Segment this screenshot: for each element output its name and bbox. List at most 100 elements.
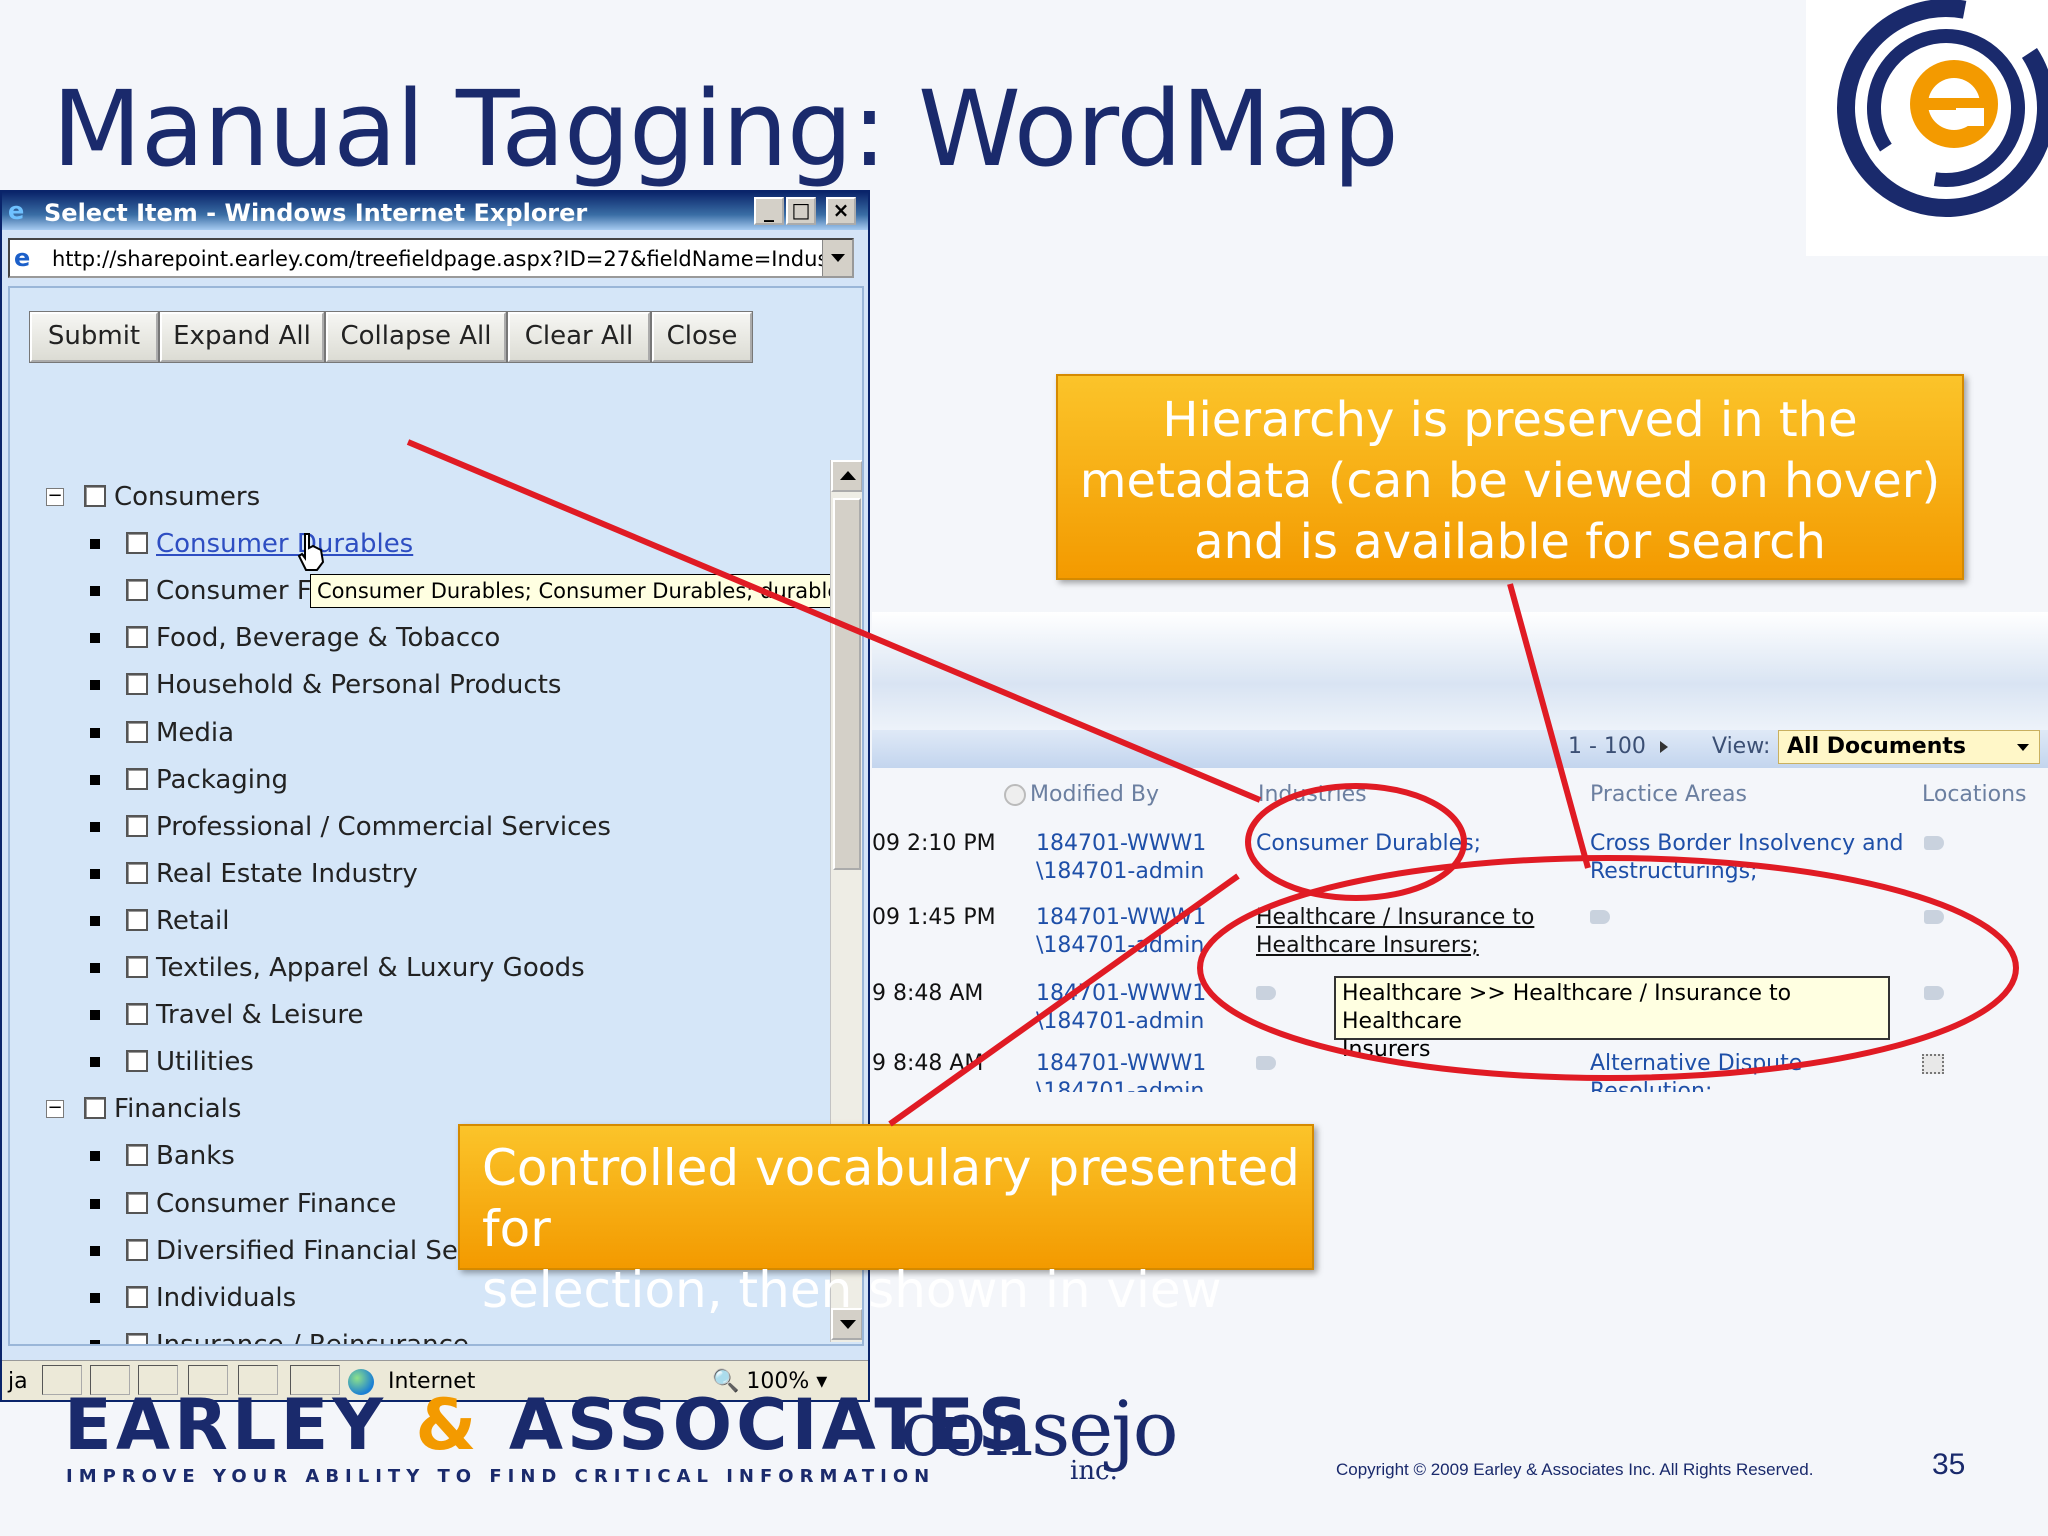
tree-checkbox[interactable]	[126, 721, 148, 743]
tree-checkbox[interactable]	[126, 909, 148, 931]
modified-by-link[interactable]: 184701-WWW1	[1036, 1050, 1206, 1078]
tag-icon[interactable]	[1590, 910, 1610, 924]
tree-item-label: Household & Personal Products	[156, 670, 562, 700]
industry-value-link[interactable]: Healthcare Insurers;	[1256, 932, 1479, 960]
tree-checkbox[interactable]	[126, 579, 148, 601]
tag-icon[interactable]	[1924, 910, 1944, 924]
tree-item-label[interactable]: Consumer Durables	[156, 527, 413, 561]
bullet-icon	[90, 916, 100, 926]
tag-icon[interactable]	[1256, 986, 1276, 1000]
bullet-icon	[90, 963, 100, 973]
close-button[interactable]: Close	[651, 311, 753, 363]
modified-by-link[interactable]: 184701-WWW1	[1036, 980, 1206, 1008]
modified-by-link[interactable]: \184701-admin	[1036, 932, 1204, 960]
practice-area-link[interactable]: Resolution;	[1590, 1078, 1712, 1092]
column-header-practice-areas[interactable]: Practice Areas	[1590, 782, 1747, 807]
tree-checkbox[interactable]	[84, 485, 106, 507]
minimize-button[interactable]: _	[754, 197, 784, 225]
tree-checkbox[interactable]	[126, 1239, 148, 1261]
modified-by-link[interactable]: \184701-admin	[1036, 858, 1204, 886]
collapse-toggle-icon[interactable]: −	[46, 1099, 64, 1118]
sharepoint-header-strip	[872, 612, 2048, 732]
window-titlebar[interactable]: e Select Item - Windows Internet Explore…	[2, 192, 868, 230]
column-header-industries[interactable]: Industries	[1258, 782, 1367, 807]
tree-item[interactable]: Real Estate Industry	[10, 857, 820, 891]
tree-item[interactable]: − Consumers	[10, 480, 820, 514]
tree-item[interactable]: Household & Personal Products	[10, 668, 820, 702]
tree-checkbox[interactable]	[126, 626, 148, 648]
tree-item-label: Consumers	[114, 482, 261, 512]
tree-item-label: Real Estate Industry	[156, 859, 418, 889]
collapse-all-button[interactable]: Collapse All	[325, 311, 507, 363]
submit-button[interactable]: Submit	[29, 311, 159, 363]
tree-item[interactable]: Food, Beverage & Tobacco	[10, 621, 820, 655]
bullet-icon	[90, 1151, 100, 1161]
tree-item[interactable]: Media	[10, 716, 820, 750]
tree-checkbox[interactable]	[126, 1144, 148, 1166]
consejo-logo: consejo	[900, 1384, 1179, 1473]
next-page-icon[interactable]	[1659, 741, 1668, 753]
bullet-icon	[90, 1010, 100, 1020]
chevron-down-icon	[2017, 744, 2029, 751]
tree-item-label: Utilities	[156, 1047, 254, 1077]
tree-checkbox[interactable]	[126, 1286, 148, 1308]
view-select[interactable]: All Documents	[1778, 730, 2040, 764]
tree-item-label: Banks	[156, 1141, 235, 1171]
modified-by-link[interactable]: \184701-admin	[1036, 1008, 1204, 1036]
callout-controlled-vocabulary: Controlled vocabulary presented for sele…	[458, 1124, 1314, 1319]
tree-item[interactable]: Textiles, Apparel & Luxury Goods	[10, 951, 820, 985]
tree-item[interactable]: Retail	[10, 904, 820, 938]
status-text: ja	[8, 1369, 28, 1394]
tree-checkbox[interactable]	[126, 673, 148, 695]
practice-area-link[interactable]: Restructurings;	[1590, 858, 1758, 886]
industry-value-link[interactable]: Consumer Durables;	[1256, 830, 1481, 858]
tree-checkbox[interactable]	[126, 1050, 148, 1072]
tree-checkbox[interactable]	[126, 815, 148, 837]
tree-checkbox[interactable]	[84, 1097, 106, 1119]
hand-cursor-icon	[297, 533, 325, 571]
tree-item[interactable]: − Financials	[10, 1092, 820, 1126]
scroll-thumb[interactable]	[833, 498, 861, 870]
column-header-locations[interactable]: Locations	[1922, 782, 2027, 807]
expand-all-button[interactable]: Expand All	[159, 311, 325, 363]
tree-checkbox[interactable]	[126, 532, 148, 554]
maximize-button[interactable]: □	[786, 197, 816, 225]
tree-item-label: Financials	[114, 1094, 242, 1124]
address-bar[interactable]: e http://sharepoint.earley.com/treefield…	[8, 238, 854, 278]
tree-item-label: Consumer Finance	[156, 1189, 397, 1219]
tree-item[interactable]: Packaging	[10, 763, 820, 797]
scroll-up-button[interactable]	[831, 460, 862, 492]
empty-tag-icon[interactable]	[1922, 1054, 1944, 1074]
paging-indicator[interactable]: 1 - 100	[1568, 734, 1668, 759]
tree-item[interactable]: Professional / Commercial Services	[10, 810, 820, 844]
modified-by-link[interactable]: 184701-WWW1	[1036, 904, 1206, 932]
term-tooltip: Consumer Durables; Consumer Durables; du…	[310, 574, 862, 608]
tree-checkbox[interactable]	[126, 956, 148, 978]
tree-checkbox[interactable]	[126, 1192, 148, 1214]
tree-item[interactable]: Insurance / Reinsurance	[10, 1328, 820, 1344]
tree-item[interactable]: Travel & Leisure	[10, 998, 820, 1032]
practice-area-link[interactable]: Cross Border Insolvency and	[1590, 830, 1904, 858]
tag-icon[interactable]	[1256, 1056, 1276, 1070]
tag-icon[interactable]	[1924, 986, 1944, 1000]
tree-item[interactable]: Consumer Durables	[10, 527, 820, 561]
industry-value-link[interactable]: Healthcare / Insurance to	[1256, 904, 1534, 932]
view-label: View:	[1712, 734, 1771, 759]
tree-checkbox[interactable]	[126, 862, 148, 884]
bullet-icon	[90, 822, 100, 832]
tree-item-label: Retail	[156, 906, 230, 936]
modified-by-link[interactable]: \184701-admin	[1036, 1078, 1204, 1092]
close-window-button[interactable]: ×	[826, 197, 856, 225]
tree-checkbox[interactable]	[126, 1003, 148, 1025]
address-text[interactable]: http://sharepoint.earley.com/treefieldpa…	[52, 247, 822, 271]
tag-icon[interactable]	[1924, 836, 1944, 850]
modified-by-link[interactable]: 184701-WWW1	[1036, 830, 1206, 858]
earley-logo: EARLEY & ASSOCIATES	[64, 1384, 1033, 1466]
tree-item[interactable]: Utilities	[10, 1045, 820, 1079]
tree-checkbox[interactable]	[126, 1333, 148, 1344]
address-dropdown-button[interactable]	[822, 240, 852, 276]
collapse-toggle-icon[interactable]: −	[46, 487, 64, 506]
tree-checkbox[interactable]	[126, 768, 148, 790]
clear-all-button[interactable]: Clear All	[507, 311, 651, 363]
column-header-modified-by[interactable]: Modified By	[1004, 782, 1159, 807]
